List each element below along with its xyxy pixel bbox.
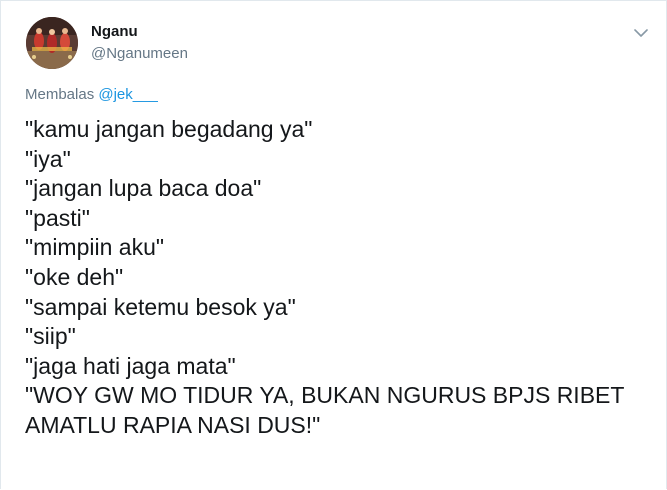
tweet-line: "sampai ketemu besok ya" (25, 293, 296, 320)
tweet-menu-button[interactable] (631, 23, 651, 43)
display-name[interactable]: Nganu (91, 23, 138, 41)
tweet-line: "WOY GW MO TIDUR YA, BUKAN NGURUS BPJS R… (25, 382, 625, 409)
avatar[interactable] (26, 17, 78, 69)
tweet-line: "jaga hati jaga mata" (25, 352, 236, 379)
tweet-line: "jangan lupa baca doa" (25, 175, 262, 202)
tweet-card: Nganu @Nganumeen Membalas @jek___ "kamu … (0, 0, 667, 489)
tweet-line: AMATLU RAPIA NASI DUS!" (25, 411, 321, 438)
chevron-down-icon (634, 29, 648, 37)
tweet-line: "mimpiin aku" (25, 234, 165, 261)
tweet-text: "kamu jangan begadang ya" "iya" "jangan … (25, 115, 665, 441)
user-handle[interactable]: @Nganumeen (91, 45, 188, 63)
reply-prefix: Membalas (25, 86, 95, 103)
tweet-line: "oke deh" (25, 263, 124, 290)
tweet-line: "siip" (25, 323, 76, 350)
tweet-line: "pasti" (25, 204, 90, 231)
reply-mention-link[interactable]: @jek___ (98, 86, 157, 103)
avatar-photo (26, 17, 78, 69)
reply-context: Membalas @jek___ (25, 86, 158, 104)
tweet-line: "kamu jangan begadang ya" (25, 116, 313, 142)
tweet-line: "iya" (25, 145, 71, 172)
